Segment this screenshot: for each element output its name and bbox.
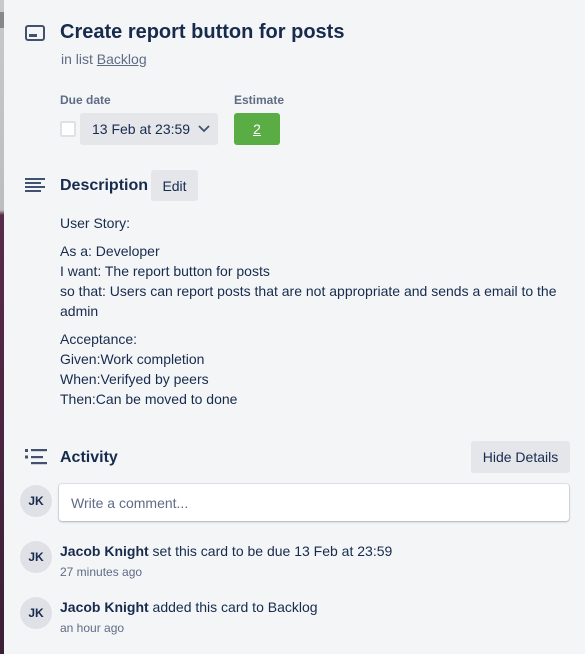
estimate-label: Estimate bbox=[234, 93, 285, 107]
description-heading: Description bbox=[60, 177, 149, 194]
description-line: I want: The report button for posts bbox=[60, 263, 270, 279]
description-icon bbox=[25, 177, 45, 193]
background-edge bbox=[0, 0, 4, 654]
edit-description-button[interactable]: Edit bbox=[151, 170, 198, 201]
description-line: so that: Users can report posts that are… bbox=[60, 283, 557, 319]
list-link[interactable]: Backlog bbox=[97, 51, 147, 67]
description-text[interactable]: User Story: As a: Developer I want: The … bbox=[60, 213, 570, 409]
description-line: When:Verifyed by peers bbox=[60, 371, 209, 387]
avatar[interactable]: JK bbox=[20, 485, 52, 517]
list-reference: in list Backlog bbox=[61, 51, 147, 67]
activity-entry: Jacob Knight set this card to be due 13 … bbox=[60, 543, 392, 559]
due-date-value: 13 Feb at 23:59 bbox=[92, 121, 191, 137]
description-line: Given:Work completion bbox=[60, 351, 205, 367]
comment-input[interactable]: Write a comment... bbox=[59, 484, 569, 521]
due-date-checkbox[interactable] bbox=[60, 121, 76, 137]
activity-timestamp[interactable]: 27 minutes ago bbox=[60, 565, 142, 579]
activity-heading: Activity bbox=[60, 449, 118, 466]
hide-details-button[interactable]: Hide Details bbox=[471, 441, 570, 473]
description-line: Acceptance: bbox=[60, 331, 138, 347]
activity-entry: Jacob Knight added this card to Backlog bbox=[60, 599, 318, 615]
description-line: Then:Can be moved to done bbox=[60, 391, 238, 407]
estimate-button[interactable]: 2 bbox=[234, 113, 280, 145]
list-prefix: in list bbox=[61, 51, 93, 67]
activity-timestamp[interactable]: an hour ago bbox=[60, 621, 124, 635]
activity-user[interactable]: Jacob Knight bbox=[60, 543, 149, 559]
activity-user[interactable]: Jacob Knight bbox=[60, 599, 149, 615]
activity-action: set this card to be due 13 Feb at 23:59 bbox=[148, 543, 393, 559]
chevron-down-icon bbox=[198, 125, 210, 133]
background-edge-nub bbox=[0, 12, 4, 28]
avatar[interactable]: JK bbox=[20, 597, 52, 629]
activity-icon bbox=[25, 448, 47, 466]
card-icon bbox=[24, 24, 46, 42]
due-date-label: Due date bbox=[60, 93, 111, 107]
activity-action: added this card to Backlog bbox=[148, 599, 318, 615]
description-line: As a: Developer bbox=[60, 243, 160, 259]
avatar[interactable]: JK bbox=[20, 541, 52, 573]
description-line: User Story: bbox=[60, 215, 131, 231]
card-title[interactable]: Create report button for posts bbox=[60, 21, 344, 44]
due-date-button[interactable]: 13 Feb at 23:59 bbox=[80, 113, 218, 145]
